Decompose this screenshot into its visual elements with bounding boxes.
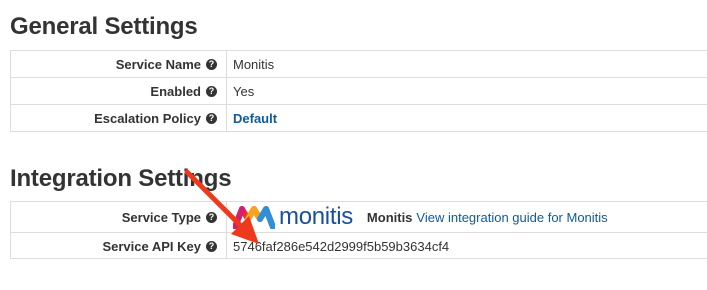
enabled-value: Yes: [233, 83, 255, 99]
service-name-row: Service Name ? Monitis: [11, 51, 707, 77]
general-settings-table: Service Name ? Monitis Enabled ? Yes Esc…: [10, 50, 707, 132]
escalation-policy-row: Escalation Policy ? Default: [11, 104, 707, 131]
help-icon[interactable]: ?: [206, 240, 217, 252]
service-type-label-text: Service Type: [121, 209, 201, 225]
integration-guide-link[interactable]: View integration guide for Monitis: [416, 210, 607, 225]
escalation-policy-value: Default: [227, 105, 707, 131]
help-icon[interactable]: ?: [206, 211, 217, 223]
integration-settings-table: Service Type ? monitis Monitis View inte…: [10, 201, 707, 259]
service-type-label: Service Type ?: [11, 202, 227, 232]
monitis-logo-mark-icon: [233, 206, 275, 229]
service-api-key-label: Service API Key ?: [11, 233, 227, 259]
service-type-name: Monitis: [366, 209, 413, 225]
service-api-key-value[interactable]: 5746faf286e542d2999f5b59b3634cf4: [227, 233, 707, 259]
monitis-logo: monitis: [233, 204, 353, 230]
enabled-label: Enabled ?: [11, 78, 227, 104]
help-icon[interactable]: ?: [206, 112, 217, 124]
escalation-policy-label-text: Escalation Policy: [94, 110, 201, 126]
service-settings-page: General Settings Service Name ? Monitis …: [0, 0, 707, 290]
enabled-row: Enabled ? Yes: [11, 77, 707, 104]
help-icon[interactable]: ?: [206, 58, 217, 70]
service-type-row: Service Type ? monitis Monitis View inte…: [11, 202, 707, 232]
general-settings-heading: General Settings: [10, 13, 198, 40]
service-api-key-label-text: Service API Key: [102, 238, 201, 254]
escalation-policy-label: Escalation Policy ?: [11, 105, 227, 131]
service-api-key-row: Service API Key ? 5746faf286e542d2999f5b…: [11, 232, 707, 259]
service-name-label-text: Service Name: [115, 56, 201, 72]
monitis-logo-text: monitis: [279, 203, 353, 230]
service-name-value: Monitis: [233, 56, 275, 72]
service-name-label: Service Name ?: [11, 51, 227, 77]
help-icon[interactable]: ?: [206, 85, 217, 97]
integration-settings-heading: Integration Settings: [10, 165, 232, 192]
service-type-value: monitis Monitis View integration guide f…: [227, 202, 707, 232]
enabled-label-text: Enabled: [150, 83, 201, 99]
escalation-policy-link[interactable]: Default: [233, 111, 277, 126]
